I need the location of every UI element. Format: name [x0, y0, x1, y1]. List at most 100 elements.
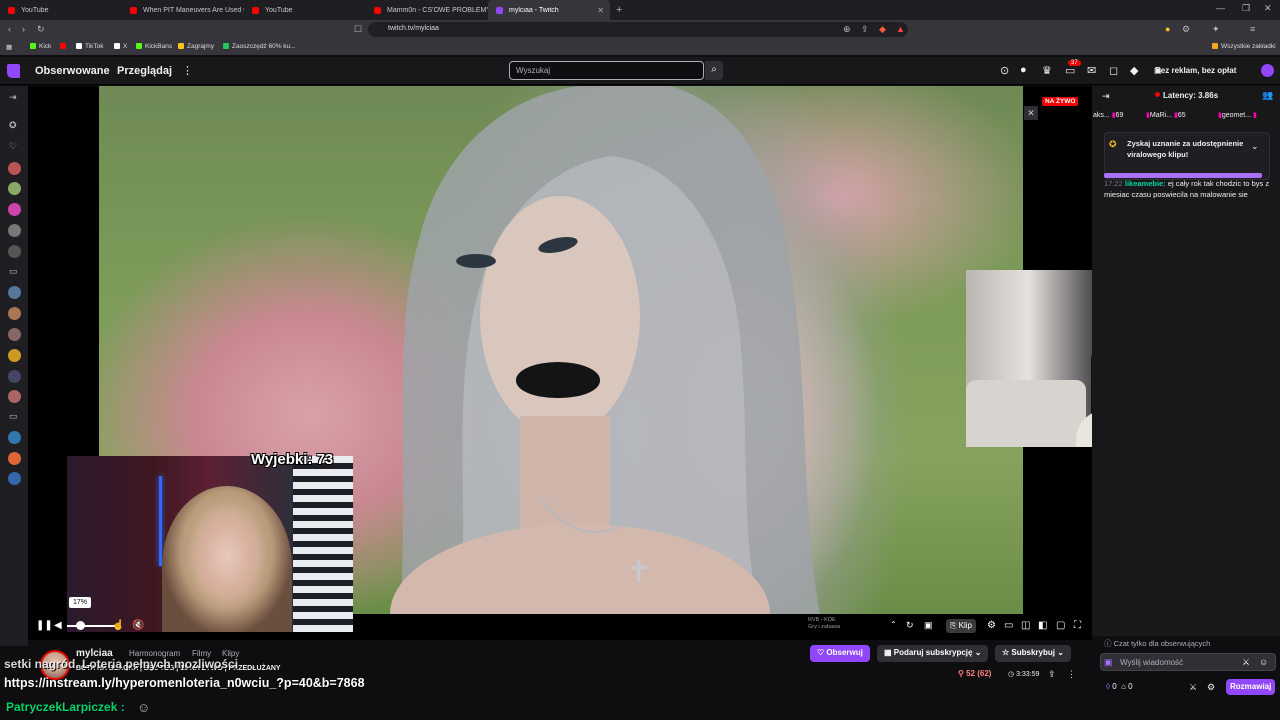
all-bookmarks[interactable]: Wszystkie zakładki: [1212, 43, 1276, 50]
search-icon[interactable]: ⌕: [705, 61, 723, 80]
whispers-icon[interactable]: ◻: [1109, 64, 1118, 77]
search-input[interactable]: Wyszukaj: [509, 61, 704, 80]
extension-icon[interactable]: ●: [1165, 24, 1170, 34]
zoom-icon[interactable]: ⊕: [843, 24, 851, 35]
follow-button[interactable]: ♡ Obserwuj: [810, 645, 870, 662]
back-icon[interactable]: ‹: [8, 24, 11, 34]
more-icon[interactable]: ⋮: [1067, 669, 1076, 680]
drops-icon[interactable]: ●: [1020, 64, 1027, 76]
brave-shield-icon[interactable]: ◆: [879, 24, 886, 35]
followed-channel-avatar[interactable]: [8, 390, 21, 403]
reload-icon[interactable]: ↻: [37, 24, 45, 35]
youtube-icon[interactable]: [60, 43, 69, 50]
maximize-button[interactable]: ❐: [1242, 3, 1250, 14]
expand-sidebar-icon[interactable]: ⇥: [9, 92, 17, 103]
chat-identity-icon[interactable]: ▣: [1104, 657, 1113, 668]
bookmark-item[interactable]: Zagrajmy: [178, 43, 214, 50]
browser-tab-active[interactable]: mylciaa - Twitch ✕: [488, 0, 610, 20]
share-icon[interactable]: ⇪: [861, 24, 869, 35]
followed-channel-avatar[interactable]: [8, 182, 21, 195]
twitch-logo[interactable]: [7, 64, 20, 78]
followed-channel-avatar[interactable]: [8, 203, 21, 216]
user-avatar[interactable]: [1261, 64, 1274, 77]
gift-leader[interactable]: ▮geomet... ▮: [1218, 111, 1257, 119]
settings-icon[interactable]: ⚙: [1207, 682, 1215, 693]
bookmark-item[interactable]: Kick: [30, 43, 51, 50]
chat-username[interactable]: likeamebie:: [1125, 179, 1166, 188]
video-icon[interactable]: ▭: [9, 411, 18, 422]
browser-tab[interactable]: YouTube: [0, 0, 122, 20]
bookmark-item[interactable]: KickBans: [136, 43, 172, 50]
forward-icon[interactable]: ›: [22, 24, 25, 34]
share-icon[interactable]: ⇪: [1048, 669, 1056, 680]
users-icon[interactable]: 👥: [1262, 90, 1273, 101]
address-bar[interactable]: twitch.tv/mylciaa: [368, 22, 908, 37]
bookmark-item[interactable]: Zaoszczędź 60% ku...: [223, 43, 296, 50]
bits-icon[interactable]: ◆: [1130, 64, 1138, 77]
gift-leader[interactable]: aks... ▮69: [1093, 111, 1123, 119]
close-icon[interactable]: ✕: [1024, 106, 1038, 120]
bookmark-item[interactable]: TikTok: [76, 43, 104, 50]
followed-channel-avatar[interactable]: [8, 245, 21, 258]
followed-channel-avatar[interactable]: [8, 349, 21, 362]
inbox-icon[interactable]: ✉: [1087, 64, 1096, 77]
heart-icon[interactable]: ♡: [9, 141, 17, 152]
pause-icon[interactable]: ❚❚: [36, 620, 53, 631]
bits-icon[interactable]: ⚔: [1189, 682, 1197, 693]
browser-tab[interactable]: Mamm0n - CS'OWE PROBLEMY | G: [366, 0, 488, 20]
extension-icon[interactable]: ▣: [924, 620, 933, 631]
picture-in-picture-icon[interactable]: ◧: [1038, 620, 1047, 631]
chevron-up-icon[interactable]: ⌃: [890, 620, 897, 629]
rewards-icon[interactable]: ▲: [896, 24, 905, 34]
followed-channel-avatar[interactable]: [8, 286, 21, 299]
followed-channel-avatar[interactable]: [8, 162, 21, 175]
volume-slider[interactable]: [67, 625, 115, 627]
extension-panel[interactable]: RVB - KOE Gry i zabawa: [808, 617, 868, 631]
gift-leader[interactable]: ▮MaRi... ▮65: [1146, 111, 1186, 119]
watch-party-icon[interactable]: ⊙: [1000, 64, 1009, 77]
split-view-icon[interactable]: ◫: [1021, 620, 1030, 631]
mod-icon[interactable]: ⚔: [1242, 657, 1250, 668]
collapse-chat-icon[interactable]: ⇥: [1102, 91, 1110, 102]
followed-channel-avatar[interactable]: [8, 307, 21, 320]
browser-tab[interactable]: When PIT Maneuvers Are Used On N: [122, 0, 244, 20]
nav-following[interactable]: Obserwowane: [35, 65, 110, 77]
bookmark-item[interactable]: X: [114, 43, 127, 50]
recommended-icon[interactable]: ✪: [9, 120, 17, 131]
close-window-button[interactable]: ✕: [1264, 3, 1272, 14]
mini-player-icon[interactable]: ▢: [1056, 620, 1065, 631]
more-icon[interactable]: ⋮: [182, 64, 193, 77]
prime-icon[interactable]: ♛: [1042, 64, 1052, 77]
bookmark-icon[interactable]: ☐: [354, 24, 362, 35]
gift-sub-button[interactable]: ▦ Podaruj subskrypcję ⌄: [877, 645, 989, 662]
subscribe-button[interactable]: ☆ Subskrybuj ⌄: [995, 645, 1071, 662]
apps-icon[interactable]: ▦: [6, 43, 12, 51]
followed-channel-avatar[interactable]: [8, 370, 21, 383]
followed-channel-avatar[interactable]: [8, 328, 21, 341]
volume-slider-handle[interactable]: [76, 621, 85, 630]
clip-button[interactable]: ⎘ Klip: [946, 619, 976, 633]
menu-icon[interactable]: ≡: [1250, 24, 1255, 34]
close-tab-icon[interactable]: ✕: [597, 6, 604, 15]
fullscreen-icon[interactable]: ⛶: [1074, 620, 1081, 631]
browser-tab[interactable]: YouTube: [244, 0, 366, 20]
followed-channel-avatar[interactable]: [8, 452, 21, 465]
emote-picker-icon[interactable]: ☺: [1259, 657, 1268, 667]
extensions-icon[interactable]: ✦: [1212, 24, 1220, 35]
volume-icon[interactable]: ◀: [54, 620, 62, 631]
refresh-icon[interactable]: ↻: [906, 620, 914, 631]
mute-icon[interactable]: 🔇: [132, 620, 144, 631]
chat-send-button[interactable]: Rozmawiaj: [1226, 679, 1276, 695]
new-tab-button[interactable]: +: [616, 4, 622, 16]
channel-points[interactable]: ◊ 0 ⌂ 0: [1106, 682, 1133, 691]
followed-channel-avatar[interactable]: [8, 224, 21, 237]
followed-channel-avatar[interactable]: [8, 472, 21, 485]
nav-browse[interactable]: Przeglądaj: [117, 65, 172, 77]
settings-icon[interactable]: ⚙: [987, 620, 996, 631]
minimize-button[interactable]: —: [1216, 3, 1225, 13]
extension-icon[interactable]: ⚙: [1182, 24, 1190, 35]
chevron-down-icon[interactable]: ⌄: [1251, 141, 1259, 152]
ad-free-button[interactable]: Bez reklam, bez opłat: [1155, 66, 1236, 75]
followed-channel-avatar[interactable]: [8, 431, 21, 444]
video-icon[interactable]: ▭: [9, 266, 18, 277]
